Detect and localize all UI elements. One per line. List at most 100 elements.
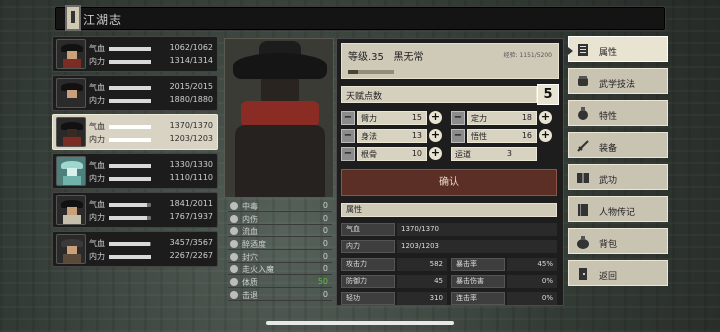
exp-bar bbox=[348, 70, 394, 74]
minus-button[interactable]: − bbox=[341, 147, 355, 161]
mp-label: 内力 bbox=[89, 213, 105, 222]
menu-inventory[interactable]: 背包 bbox=[568, 228, 668, 254]
blood-drop-icon bbox=[230, 227, 238, 236]
mp-label: 内力 bbox=[89, 252, 105, 261]
hp-value: 1370/1370 bbox=[169, 121, 213, 130]
hp-label: 气血 bbox=[89, 239, 105, 248]
attr-insight: − 悟性 16 + bbox=[451, 129, 552, 143]
menu-biography[interactable]: 人物传记 bbox=[568, 196, 668, 222]
mp-bar bbox=[109, 60, 151, 64]
character-avatar bbox=[56, 78, 86, 108]
menu-return[interactable]: 返回 bbox=[568, 260, 668, 286]
selected-arrow-icon bbox=[568, 47, 573, 55]
hp-value: 1062/1062 bbox=[169, 43, 213, 52]
stat-combo-rate: 连击率 0% bbox=[451, 292, 557, 305]
hp-bar bbox=[109, 47, 151, 51]
poison-icon bbox=[230, 202, 238, 210]
hp-value: 3457/3567 bbox=[169, 238, 213, 247]
confirm-button[interactable]: 确认 bbox=[341, 169, 557, 196]
side-menu: 属性 武学技法 特性 装备 武功 人物传记 背包 返回 bbox=[568, 36, 668, 292]
attribute-panel: 等级.35 黑无常 经验: 1151/5200 天赋点数 5 − 臂力 15 + … bbox=[336, 38, 564, 306]
acupoint-icon bbox=[230, 252, 238, 261]
mp-bar bbox=[109, 255, 151, 259]
hp-bar bbox=[109, 125, 151, 129]
stat-attack: 攻击力 582 bbox=[341, 258, 447, 271]
menu-equipment[interactable]: 装备 bbox=[568, 132, 668, 158]
menu-traits[interactable]: 特性 bbox=[568, 100, 668, 126]
talent-points-value: 5 bbox=[537, 84, 559, 105]
minus-button[interactable]: − bbox=[451, 111, 465, 125]
party-member-6[interactable]: 气血 3457/3567 内力 2267/2267 bbox=[52, 231, 218, 267]
hp-label: 气血 bbox=[89, 122, 105, 131]
heart-icon bbox=[230, 214, 238, 223]
menu-martial-arts[interactable]: 武功 bbox=[568, 164, 668, 190]
character-portrait bbox=[224, 38, 334, 198]
attr-focus: − 定力 18 + bbox=[451, 111, 552, 125]
stat-defense: 防御力 45 bbox=[341, 275, 447, 288]
attr-agility: − 身法 13 + bbox=[341, 129, 442, 143]
hp-bar bbox=[109, 242, 151, 246]
plus-button[interactable]: + bbox=[539, 129, 552, 142]
status-effects: 中毒 0 内伤 0 流血 0 醉酒度 0 封穴 0 走火入魔 0 体质 50 击退 0 bbox=[228, 200, 332, 302]
character-avatar bbox=[56, 156, 86, 186]
mp-value: 1880/1880 bbox=[169, 95, 213, 104]
party-member-4[interactable]: 气血 1330/1330 内力 1110/1110 bbox=[52, 153, 218, 189]
mp-label: 内力 bbox=[89, 96, 105, 105]
effect-row: 流血 0 bbox=[228, 225, 332, 238]
mp-label: 内力 bbox=[89, 135, 105, 144]
party-member-2[interactable]: 气血 2015/2015 内力 1880/1880 bbox=[52, 75, 218, 111]
character-avatar bbox=[56, 195, 86, 225]
mp-value: 1203/1203 bbox=[169, 134, 213, 143]
party-member-3[interactable]: 气血 1370/1370 内力 1203/1203 bbox=[52, 114, 218, 150]
mp-value: 1767/1937 bbox=[169, 212, 213, 221]
bag-icon bbox=[577, 236, 589, 249]
stat-crit-damage: 暴击伤害 0% bbox=[451, 275, 557, 288]
plus-button[interactable]: + bbox=[539, 111, 552, 124]
book-icon bbox=[578, 204, 588, 216]
mp-bar bbox=[109, 99, 151, 103]
mp-bar bbox=[109, 177, 151, 181]
effect-row: 走火入魔 0 bbox=[228, 263, 332, 276]
party-member-5[interactable]: 气血 1841/2011 内力 1767/1937 bbox=[52, 192, 218, 228]
hp-value: 1330/1330 bbox=[169, 160, 213, 169]
party-member-1[interactable]: 气血 1062/1062 内力 1314/1314 bbox=[52, 36, 218, 72]
plus-button[interactable]: + bbox=[429, 129, 442, 142]
wine-icon bbox=[230, 240, 238, 249]
mp-bar bbox=[109, 216, 151, 220]
effect-row: 内伤 0 bbox=[228, 213, 332, 225]
mp-label: 内力 bbox=[89, 174, 105, 183]
stat-agility: 轻功 310 bbox=[341, 292, 447, 305]
exit-icon bbox=[579, 268, 587, 280]
exp-text: 经验: 1151/5200 bbox=[503, 52, 553, 59]
hp-label: 气血 bbox=[89, 44, 105, 53]
hp-label: 气血 bbox=[89, 200, 105, 209]
knockback-icon bbox=[230, 290, 238, 299]
hp-label: 气血 bbox=[89, 161, 105, 170]
level-text: 等级.35 黑无常 bbox=[348, 52, 424, 63]
mp-bar bbox=[109, 138, 151, 142]
character-avatar bbox=[56, 39, 86, 69]
page-title: 江湖志 bbox=[83, 13, 123, 27]
menu-martial-techniques[interactable]: 武学技法 bbox=[568, 68, 668, 94]
menu-attributes[interactable]: 属性 bbox=[568, 36, 668, 62]
home-indicator[interactable] bbox=[266, 321, 454, 325]
title-bar: 江湖志 bbox=[54, 5, 666, 31]
medal-icon bbox=[578, 107, 588, 120]
plus-button[interactable]: + bbox=[429, 111, 442, 124]
stat-crit-rate: 暴击率 45% bbox=[451, 258, 557, 271]
party-list: 气血 1062/1062 内力 1314/1314 气血 2015/2015 内力 18… bbox=[52, 36, 218, 270]
scroll-icon bbox=[578, 44, 588, 56]
minus-button[interactable]: − bbox=[451, 129, 465, 143]
hp-value: 2015/2015 bbox=[169, 82, 213, 91]
effect-row: 醉酒度 0 bbox=[228, 238, 332, 251]
plus-button[interactable]: + bbox=[429, 147, 442, 160]
flame-icon bbox=[230, 265, 238, 274]
character-avatar bbox=[56, 234, 86, 264]
minus-button[interactable]: − bbox=[341, 111, 355, 125]
mp-value: 1314/1314 bbox=[169, 56, 213, 65]
hp-value: 1841/2011 bbox=[169, 199, 213, 208]
manual-icon bbox=[577, 173, 589, 183]
hp-bar bbox=[109, 164, 151, 168]
attributes-section-title: 属性 bbox=[341, 203, 557, 217]
minus-button[interactable]: − bbox=[341, 129, 355, 143]
